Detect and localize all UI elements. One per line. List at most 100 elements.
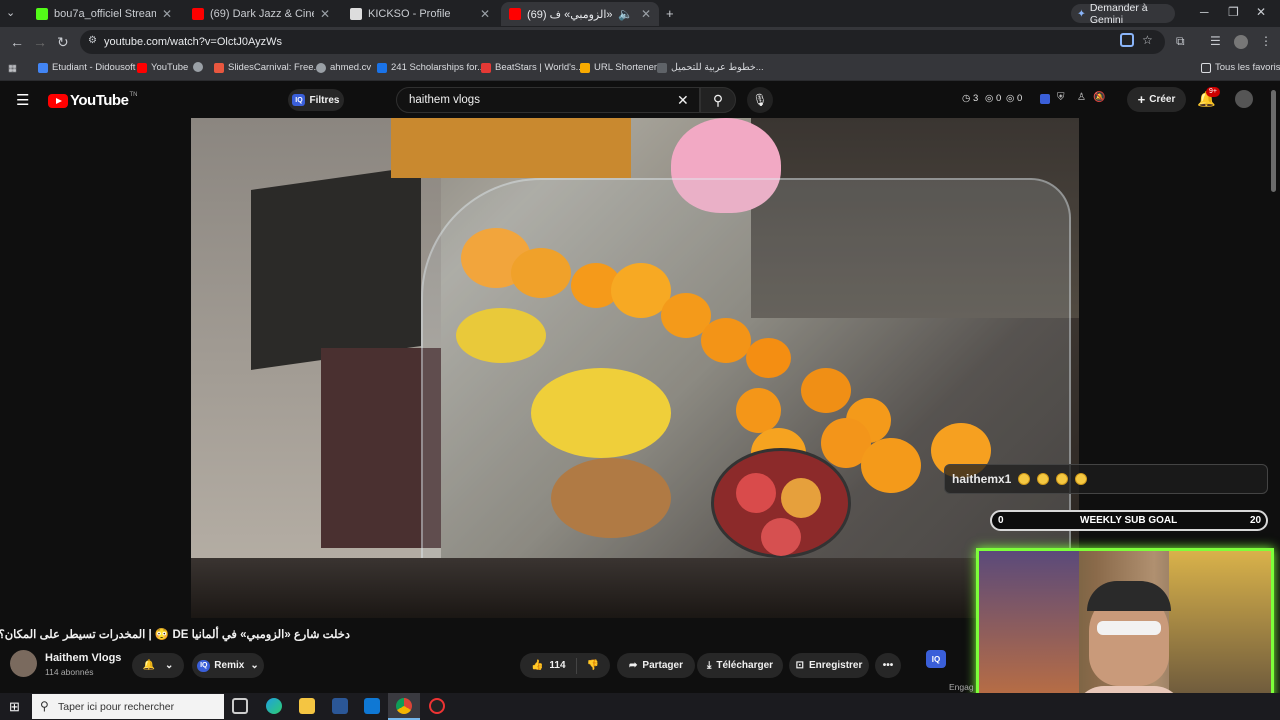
windows-start-icon[interactable]: ⊞ — [9, 699, 20, 715]
bookmark-globe[interactable] — [193, 62, 207, 72]
taskbar-search-input[interactable]: ⚲ Taper ici pour rechercher — [32, 694, 224, 719]
divider — [575, 657, 577, 674]
mail-icon[interactable] — [364, 698, 380, 714]
orange-shape — [511, 248, 571, 298]
bookmark-star-icon[interactable]: ☆ — [1142, 33, 1153, 47]
youtube-header: ☰ YouTube TN IQ Filtres haithem vlogs ✕ … — [0, 81, 1280, 118]
bookmark-scholarships[interactable]: 241 Scholarships for... — [377, 62, 485, 73]
account-avatar[interactable] — [1235, 90, 1253, 108]
search-icon: ⚲ — [712, 91, 724, 108]
filters-button[interactable]: IQ Filtres — [288, 89, 344, 111]
apple-shape — [736, 473, 776, 513]
didousoft-icon — [38, 62, 48, 73]
chrome-taskbar-button[interactable] — [388, 693, 420, 720]
apple-shape — [761, 518, 801, 556]
search-input[interactable]: haithem vlogs ✕ — [396, 87, 700, 113]
close-icon[interactable]: ✕ — [162, 7, 172, 21]
new-tab-button[interactable]: + — [666, 6, 674, 22]
bookmark-arabic-fonts[interactable]: خطوط عربية للتحميل... — [657, 62, 764, 73]
header-stat-1[interactable]: ◷ 3 — [962, 93, 978, 104]
globe-icon — [193, 62, 203, 72]
bookmark-youtube[interactable]: YouTube — [137, 62, 188, 73]
file-explorer-icon[interactable] — [299, 698, 315, 714]
bookmark-slidescarnival[interactable]: SlidesCarnival: Free... — [214, 62, 321, 73]
remix-button[interactable]: IQ Remix ⌄ — [192, 653, 264, 678]
tab-kick-stream[interactable]: bou7a_officiel Stream - Watch ✕ — [28, 2, 180, 26]
thumbs-down-icon[interactable]: 👎 — [587, 660, 599, 671]
subscription-bell-button[interactable]: 🔔 ⌄ — [132, 653, 184, 678]
shield-icon[interactable]: ⛨ — [1057, 92, 1065, 103]
tab-dark-jazz[interactable]: (69) Dark Jazz & Cinematic Trip ✕ — [184, 2, 338, 26]
trophy-icon[interactable]: ♙ — [1077, 92, 1086, 103]
extensions-icon[interactable]: ⧉ — [1176, 34, 1185, 49]
menu-icon[interactable]: ⋮ — [1260, 34, 1272, 48]
voice-search-button[interactable]: 🎙 — [747, 87, 773, 113]
clear-search-icon[interactable]: ✕ — [677, 92, 689, 109]
close-icon[interactable]: ✕ — [320, 7, 330, 21]
address-bar[interactable]: ⚙ youtube.com/watch?v=OlctJ0AyzWs ☆ — [80, 30, 1165, 54]
cast-icon[interactable] — [1120, 33, 1134, 47]
bookmarks-bar: ▦ Etudiant - Didousoft YouTube SlidesCar… — [0, 57, 1280, 81]
apps-icon[interactable]: ▦ — [8, 63, 17, 74]
tab-active-video[interactable]: (69) دخلت شارع «الزومبي» ف 🔈 ✕ — [501, 2, 659, 26]
channel-avatar[interactable] — [10, 650, 37, 677]
close-icon[interactable]: ✕ — [480, 7, 490, 21]
youtube-logo[interactable]: YouTube TN — [48, 92, 137, 109]
header-stat-2[interactable]: ◎ 0 — [985, 93, 1001, 104]
bookmark-ahmed-cv[interactable]: ahmed.cv — [316, 62, 371, 73]
profile-icon[interactable] — [1234, 35, 1248, 49]
stream-chat-message: haithemx1 — [944, 464, 1268, 494]
folder-icon — [1201, 62, 1211, 73]
browser-tab-bar: ⌄ bou7a_officiel Stream - Watch ✕ (69) D… — [0, 0, 1280, 27]
back-icon[interactable]: ← — [10, 34, 24, 50]
reload-icon[interactable]: ↻ — [57, 34, 69, 50]
bookmark-url-shortener[interactable]: URL Shortener — [580, 62, 657, 73]
bookmark-didousoft[interactable]: Etudiant - Didousoft — [38, 62, 135, 73]
reading-list-icon[interactable]: ☰ — [1210, 34, 1221, 48]
bookmark-icon: ⊡ — [795, 660, 805, 671]
more-actions-button[interactable]: ••• — [875, 653, 901, 678]
more-icon: ••• — [882, 660, 894, 671]
notification-off-icon[interactable]: 🔕 — [1093, 92, 1105, 103]
header-stat-3[interactable]: ◎ 0 — [1006, 93, 1022, 104]
save-button[interactable]: ⊡ Enregistrer — [789, 653, 869, 678]
task-view-icon[interactable] — [232, 698, 248, 714]
close-icon[interactable]: ✕ — [641, 7, 651, 21]
notification-badge: 9+ — [1206, 87, 1220, 97]
edge-icon[interactable] — [266, 698, 282, 714]
all-bookmarks[interactable]: Tous les favoris — [1201, 62, 1280, 73]
iq-icon: IQ — [197, 659, 211, 672]
iq-extension-icon[interactable] — [1040, 94, 1050, 104]
minimize-icon[interactable]: ─ — [1200, 5, 1209, 19]
tab-search-icon[interactable]: ⌄ — [6, 5, 15, 21]
iq-panel-button[interactable]: IQ — [926, 650, 946, 668]
page-scrollbar[interactable] — [1271, 90, 1276, 192]
forward-icon[interactable]: → — [33, 34, 47, 50]
download-button[interactable]: ⤓ Télécharger — [697, 653, 783, 678]
maximize-icon[interactable]: ❐ — [1228, 5, 1239, 19]
video-player[interactable] — [191, 118, 1079, 618]
folder-icon — [580, 62, 590, 73]
obs-icon[interactable] — [429, 698, 445, 714]
create-button[interactable]: + Créer — [1127, 87, 1186, 112]
search-button[interactable]: ⚲ — [700, 87, 736, 113]
hamburger-menu-icon[interactable]: ☰ — [16, 91, 29, 109]
banana-basket-shape — [531, 368, 671, 458]
cap-shape — [1087, 581, 1171, 611]
apple-shape — [781, 478, 821, 518]
channel-name[interactable]: Haithem Vlogs — [45, 652, 121, 664]
gemini-button[interactable]: ✦ Demander à Gemini — [1071, 2, 1175, 26]
fonts-icon — [657, 62, 667, 73]
site-info-icon[interactable]: ⚙ — [88, 35, 97, 46]
chrome-icon — [396, 698, 412, 714]
search-icon: ⚲ — [40, 699, 49, 713]
tab-kickso[interactable]: KICKSO - Profile ✕ — [342, 2, 498, 26]
share-button[interactable]: ➦ Partager — [617, 653, 695, 678]
store-icon[interactable] — [332, 698, 348, 714]
window-close-icon[interactable]: ✕ — [1256, 5, 1266, 19]
bookmark-beatstars[interactable]: BeatStars | World's... — [481, 62, 584, 73]
engagement-label: Engag — [949, 682, 974, 692]
speaker-icon[interactable]: 🔈 — [618, 7, 633, 21]
orange-shape — [736, 388, 781, 433]
like-button[interactable]: 👍 114 — [531, 660, 566, 671]
